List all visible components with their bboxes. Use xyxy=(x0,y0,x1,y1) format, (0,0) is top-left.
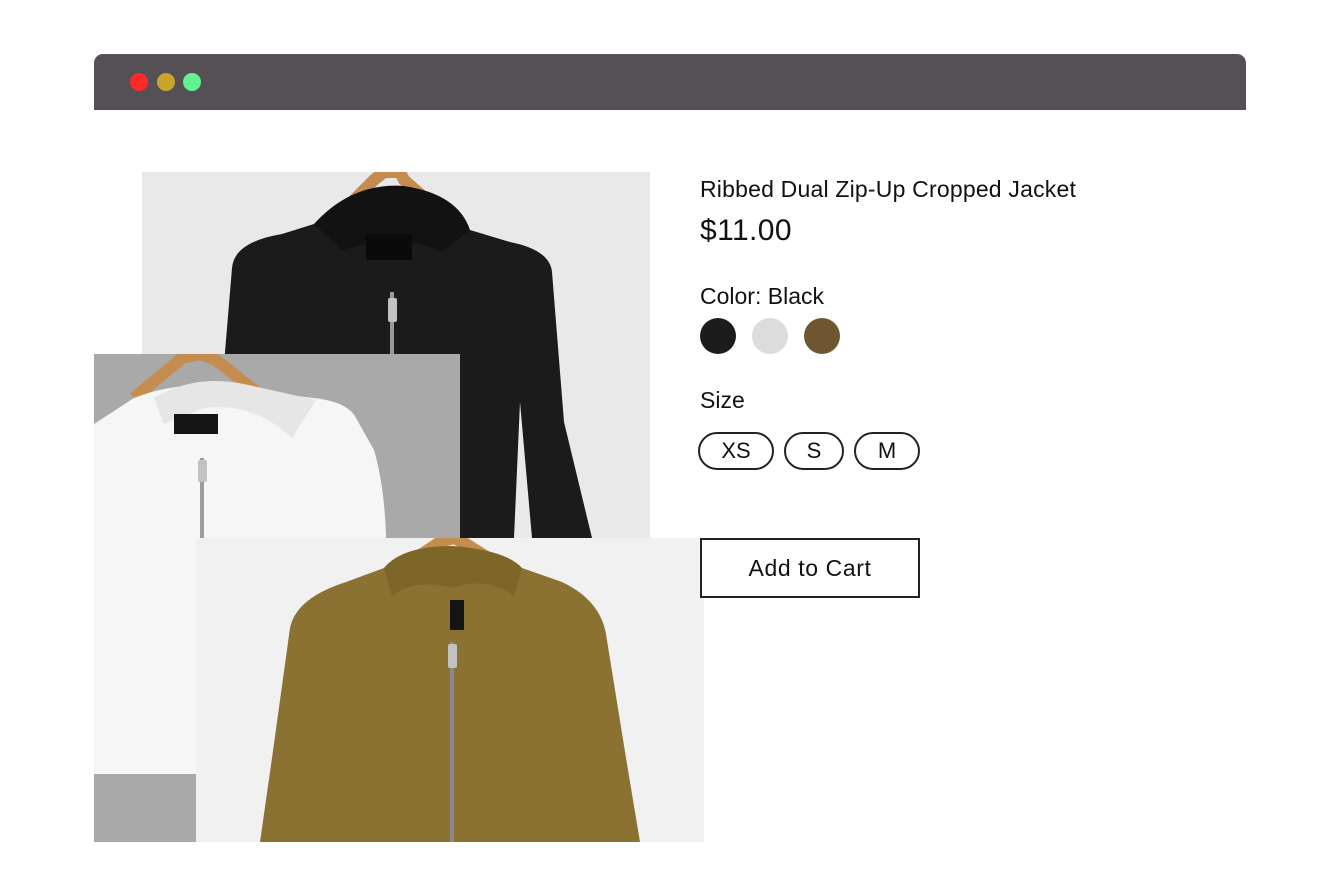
product-price: $11.00 xyxy=(700,214,792,247)
close-window-button[interactable] xyxy=(130,73,148,91)
color-swatch-light-gray[interactable] xyxy=(752,318,788,354)
add-to-cart-button[interactable]: Add to Cart xyxy=(700,538,920,598)
color-swatch-brown[interactable] xyxy=(804,318,840,354)
color-label: Color: Black xyxy=(700,283,824,309)
size-option-xs[interactable]: XS xyxy=(698,432,774,470)
size-label: Size xyxy=(700,387,745,413)
product-title: Ribbed Dual Zip-Up Cropped Jacket xyxy=(700,176,1077,202)
color-swatch-black[interactable] xyxy=(700,318,736,354)
minimize-window-button[interactable] xyxy=(157,73,175,91)
size-option-s[interactable]: S xyxy=(784,432,844,470)
maximize-window-button[interactable] xyxy=(183,73,201,91)
size-option-m[interactable]: M xyxy=(854,432,920,470)
olive-jacket-photo[interactable] xyxy=(196,538,704,842)
window-titlebar xyxy=(94,54,1246,110)
